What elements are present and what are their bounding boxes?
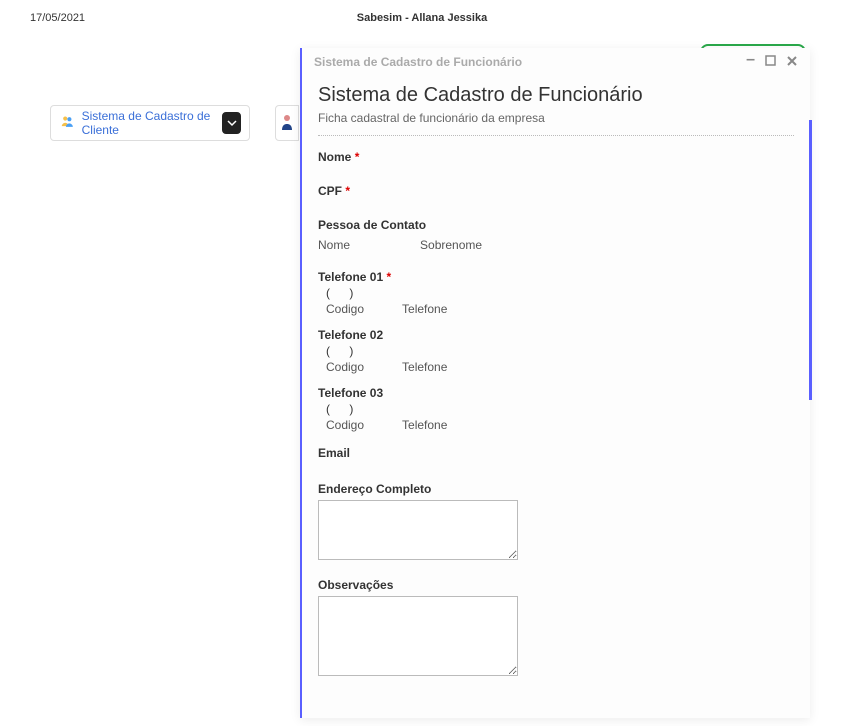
tel1-paren: ( )	[326, 286, 794, 300]
person-icon	[279, 113, 295, 134]
page-header: 17/05/2021 Sabesim - Allana Jessika	[0, 0, 844, 36]
email-label: Email	[318, 446, 794, 460]
observacoes-label: Observações	[318, 578, 794, 592]
pessoa-contato-label: Pessoa de Contato	[318, 218, 794, 232]
employee-form-modal: Sistema de Cadastro de Funcionário – Sis…	[300, 48, 810, 718]
tel2-codigo-sublabel: Codigo	[326, 360, 364, 374]
required-asterisk: *	[345, 184, 350, 198]
divider	[318, 135, 794, 136]
field-nome: Nome *	[318, 150, 794, 164]
modal-body: Sistema de Cadastro de Funcionário Ficha…	[302, 76, 810, 702]
tel3-telefone-sublabel: Telefone	[402, 418, 447, 432]
endereco-input[interactable]	[318, 500, 518, 560]
required-asterisk: *	[355, 150, 360, 164]
contato-sobrenome-sublabel: Sobrenome	[420, 238, 482, 252]
observacoes-input[interactable]	[318, 596, 518, 676]
tel2-paren: ( )	[326, 344, 794, 358]
window-controls: –	[746, 55, 798, 70]
field-endereco: Endereço Completo	[318, 482, 794, 560]
client-registration-card[interactable]: Sistema de Cadastro de Cliente	[50, 105, 250, 141]
cpf-label: CPF	[318, 184, 342, 198]
tel1-telefone-sublabel: Telefone	[402, 302, 447, 316]
client-card-label: Sistema de Cadastro de Cliente	[82, 109, 223, 137]
users-icon	[59, 113, 76, 133]
tel3-label: Telefone 03	[318, 386, 794, 400]
modal-titlebar: Sistema de Cadastro de Funcionário –	[302, 48, 810, 76]
header-date: 17/05/2021	[30, 12, 210, 24]
field-pessoa-contato: Pessoa de Contato Nome Sobrenome	[318, 218, 794, 252]
employee-card-peek[interactable]	[275, 105, 299, 141]
modal-titlebar-text: Sistema de Cadastro de Funcionário	[314, 55, 522, 69]
nome-label: Nome	[318, 150, 351, 164]
chevron-down-icon	[227, 118, 237, 128]
tel2-label: Telefone 02	[318, 328, 794, 342]
tel1-label: Telefone 01	[318, 270, 383, 284]
maximize-icon[interactable]	[765, 55, 776, 70]
field-cpf: CPF *	[318, 184, 794, 198]
dropdown-toggle[interactable]	[222, 112, 241, 134]
field-telefone-01: Telefone 01 * ( ) Codigo Telefone	[318, 270, 794, 316]
tel3-paren: ( )	[326, 402, 794, 416]
endereco-label: Endereço Completo	[318, 482, 794, 496]
field-email: Email	[318, 446, 794, 460]
header-title: Sabesim - Allana Jessika	[210, 12, 634, 24]
form-subtitle: Ficha cadastral de funcionário da empres…	[318, 111, 794, 135]
minimize-icon[interactable]: –	[746, 55, 755, 70]
contato-nome-sublabel: Nome	[318, 238, 350, 252]
field-telefone-02: Telefone 02 ( ) Codigo Telefone	[318, 328, 794, 374]
field-observacoes: Observações	[318, 578, 794, 676]
tel1-codigo-sublabel: Codigo	[326, 302, 364, 316]
form-heading: Sistema de Cadastro de Funcionário	[318, 84, 794, 107]
required-asterisk: *	[386, 270, 391, 284]
tel2-telefone-sublabel: Telefone	[402, 360, 447, 374]
field-telefone-03: Telefone 03 ( ) Codigo Telefone	[318, 386, 794, 432]
close-icon[interactable]	[786, 55, 798, 70]
tel3-codigo-sublabel: Codigo	[326, 418, 364, 432]
